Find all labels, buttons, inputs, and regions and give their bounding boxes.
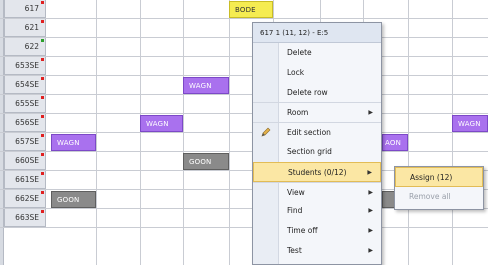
menu-item-label: Time off bbox=[287, 226, 318, 236]
menu-item-test[interactable]: Test ▶ bbox=[253, 241, 381, 261]
students-submenu: Assign (12) Remove all bbox=[394, 166, 484, 210]
menu-item-find[interactable]: Find ▶ bbox=[253, 201, 381, 221]
row-status-marker bbox=[41, 191, 44, 194]
submenu-arrow-icon: ▶ bbox=[368, 246, 373, 254]
menu-item-delete[interactable]: Delete bbox=[253, 43, 381, 63]
row-label[interactable]: 657SE bbox=[4, 133, 46, 151]
row-label-text: 653SE bbox=[15, 61, 39, 70]
menu-item-edit-section[interactable]: Edit section bbox=[253, 122, 381, 142]
context-menu-title: 617 1 (11, 12) - E:5 bbox=[253, 23, 381, 43]
section-block[interactable]: GOON bbox=[183, 153, 229, 170]
row-label[interactable]: 617 bbox=[4, 0, 46, 18]
row-label-text: 621 bbox=[24, 23, 39, 32]
menu-item-students[interactable]: Students (0/12) ▶ bbox=[253, 161, 381, 182]
pencil-icon bbox=[260, 126, 272, 138]
row-label-text: 661SE bbox=[15, 175, 39, 184]
row-label[interactable]: 621 bbox=[4, 19, 46, 37]
row-status-marker bbox=[41, 20, 44, 23]
menu-item-label: Find bbox=[287, 206, 303, 216]
grid-row[interactable]: 622 bbox=[0, 38, 488, 57]
grid-row[interactable]: 621 bbox=[0, 19, 488, 38]
menu-item-label: Delete bbox=[287, 48, 312, 57]
row-label-text: 663SE bbox=[15, 213, 39, 222]
menu-item-label: View bbox=[287, 187, 305, 197]
section-block[interactable]: AON bbox=[382, 134, 408, 151]
menu-item-label: Students (0/12) bbox=[288, 167, 347, 177]
row-label[interactable]: 622 bbox=[4, 38, 46, 56]
menu-item-lock[interactable]: Lock bbox=[253, 63, 381, 83]
row-status-marker bbox=[41, 153, 44, 156]
row-label[interactable]: 654SE bbox=[4, 76, 46, 94]
section-block[interactable]: BODE bbox=[229, 1, 273, 18]
submenu-arrow-icon: ▶ bbox=[368, 188, 373, 196]
section-block[interactable]: WAGN bbox=[452, 115, 488, 132]
row-label[interactable]: 656SE bbox=[4, 114, 46, 132]
section-block[interactable]: WAGN bbox=[183, 77, 229, 94]
grid-row[interactable]: 655SE bbox=[0, 95, 488, 114]
section-block[interactable]: WAGN bbox=[140, 115, 183, 132]
menu-item-section-grid[interactable]: Section grid bbox=[253, 142, 381, 162]
menu-item-time-off[interactable]: Time off ▶ bbox=[253, 221, 381, 241]
row-status-marker bbox=[41, 96, 44, 99]
row-status-marker bbox=[41, 134, 44, 137]
menu-item-delete-row[interactable]: Delete row bbox=[253, 83, 381, 103]
submenu-arrow-icon: ▶ bbox=[368, 207, 373, 215]
row-status-marker bbox=[41, 39, 44, 42]
row-status-marker bbox=[41, 210, 44, 213]
submenu-arrow-icon: ▶ bbox=[368, 109, 373, 117]
row-label[interactable]: 662SE bbox=[4, 190, 46, 208]
menu-item-room[interactable]: Room ▶ bbox=[253, 102, 381, 122]
row-label[interactable]: 663SE bbox=[4, 209, 46, 227]
row-label-text: 622 bbox=[24, 42, 39, 51]
row-status-marker bbox=[41, 77, 44, 80]
grid-row[interactable]: 663SE bbox=[0, 209, 488, 228]
row-label[interactable]: 661SE bbox=[4, 171, 46, 189]
submenu-item-assign[interactable]: Assign (12) bbox=[395, 167, 483, 187]
menu-item-label: Delete row bbox=[287, 87, 328, 97]
section-block[interactable]: GOON bbox=[51, 191, 96, 208]
menu-item-view[interactable]: View ▶ bbox=[253, 181, 381, 202]
schedule-grid: 617 621 622 653SE 654SE 655SE 656SE 657S… bbox=[0, 0, 488, 265]
grid-row[interactable]: 654SE bbox=[0, 76, 488, 95]
row-label[interactable]: 655SE bbox=[4, 95, 46, 113]
menu-item-label: Lock bbox=[287, 67, 305, 77]
grid-row[interactable]: 656SE bbox=[0, 114, 488, 133]
submenu-arrow-icon: ▶ bbox=[367, 168, 372, 176]
row-label-text: 660SE bbox=[15, 156, 39, 165]
row-label-text: 655SE bbox=[15, 99, 39, 108]
row-label-text: 654SE bbox=[15, 80, 39, 89]
menu-item-label: Edit section bbox=[287, 128, 331, 138]
row-label-text: 657SE bbox=[15, 137, 39, 146]
row-status-marker bbox=[41, 172, 44, 175]
submenu-item-remove-all: Remove all bbox=[409, 192, 451, 201]
row-status-marker bbox=[41, 58, 44, 61]
row-label-text: 662SE bbox=[15, 194, 39, 203]
row-status-marker bbox=[41, 115, 44, 118]
row-status-marker bbox=[41, 1, 44, 4]
menu-item-label: Section grid bbox=[287, 146, 332, 156]
section-block[interactable]: WAGN bbox=[51, 134, 96, 151]
row-label[interactable]: 660SE bbox=[4, 152, 46, 170]
row-label-text: 617 bbox=[24, 4, 39, 13]
submenu-arrow-icon: ▶ bbox=[368, 227, 373, 235]
row-label-text: 656SE bbox=[15, 118, 39, 127]
menu-item-label: Test bbox=[287, 245, 302, 255]
row-label[interactable]: 653SE bbox=[4, 57, 46, 75]
context-menu: 617 1 (11, 12) - E:5 Delete Lock Delete … bbox=[252, 22, 382, 265]
menu-item-label: Room bbox=[287, 108, 309, 118]
grid-row[interactable]: 653SE bbox=[0, 57, 488, 76]
